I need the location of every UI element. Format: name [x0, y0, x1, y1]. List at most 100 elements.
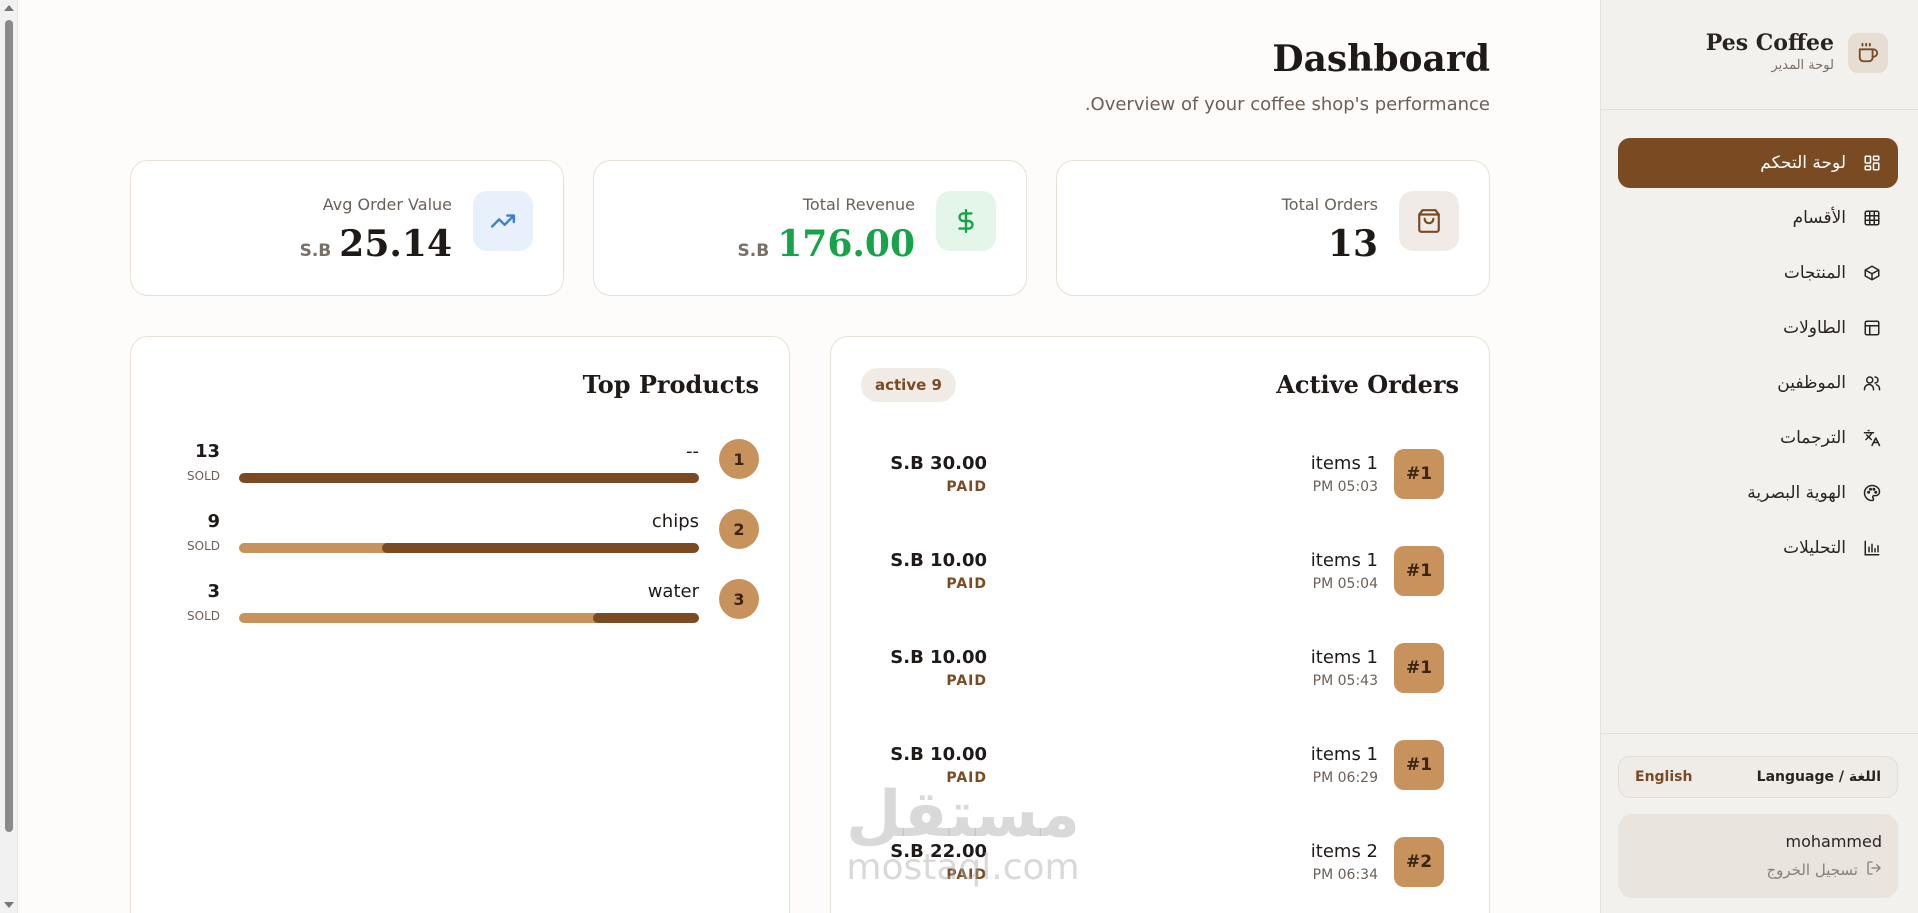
stat-label: Avg Order Value — [322, 195, 452, 214]
product-name: water — [647, 581, 699, 602]
order-items: items 1 — [1310, 550, 1378, 571]
shopping-bag-icon — [1399, 191, 1459, 251]
sidebar-item-tables[interactable]: الطاولات — [1618, 303, 1898, 353]
sidebar-item-translations[interactable]: الترجمات — [1618, 413, 1898, 463]
sidebar-item-label: لوحة التحكم — [1760, 153, 1846, 173]
order-row[interactable]: #1 items 1 PM 06:29 S.B 10.00 PAID — [861, 740, 1444, 816]
order-row[interactable]: #1 items 1 PM 05:43 S.B 10.00 PAID — [861, 643, 1444, 719]
sidebar-item-staff[interactable]: الموظفين — [1618, 358, 1898, 408]
translate-icon — [1862, 428, 1882, 448]
product-rank: 1 — [719, 439, 759, 479]
order-total: S.B 22.00 — [890, 841, 987, 862]
order-total: S.B 10.00 — [890, 550, 987, 571]
order-number: #1 — [1394, 643, 1444, 693]
top-products-title: Top Products — [582, 370, 759, 399]
scroll-down-arrow-icon[interactable] — [4, 902, 14, 908]
product-count: 9 — [207, 511, 220, 532]
order-number: #1 — [1394, 546, 1444, 596]
active-orders-title: Active Orders — [1276, 370, 1459, 399]
dollar-icon — [936, 191, 996, 251]
product-rank: 2 — [719, 509, 759, 549]
sidebar-item-label: التحليلات — [1783, 538, 1846, 558]
stat-value: S.B 25.14 — [300, 223, 452, 265]
product-sold-label: SOLD — [187, 539, 220, 553]
order-items: items 2 — [1310, 841, 1378, 862]
order-status: PAID — [946, 576, 987, 592]
table-icon — [1862, 318, 1882, 338]
product-bar — [239, 473, 699, 483]
stat-value: 13 — [1328, 223, 1378, 265]
order-status: PAID — [946, 479, 987, 495]
sidebar-item-analytics[interactable]: التحليلات — [1618, 523, 1898, 573]
sidebar-item-dashboard[interactable]: لوحة التحكم — [1618, 138, 1898, 188]
top-products-panel: Top Products 1 -- 13 SOLD 2 chips 9 SOLD… — [130, 336, 790, 913]
stat-label: Total Revenue — [802, 195, 915, 214]
categories-grid-icon — [1862, 208, 1882, 228]
language-switcher[interactable]: Language / اللغة English — [1618, 756, 1898, 798]
sidebar-item-label: الهوية البصرية — [1747, 483, 1846, 503]
stat-number: 176.00 — [777, 223, 915, 265]
bar-chart-icon — [1862, 538, 1882, 558]
trending-up-icon — [473, 191, 533, 251]
order-items: items 1 — [1310, 744, 1378, 765]
order-number: #1 — [1394, 740, 1444, 790]
language-toggle[interactable]: English — [1635, 769, 1692, 785]
product-count: 13 — [194, 441, 220, 462]
stat-card-total-orders: Total Orders 13 — [1056, 160, 1490, 296]
order-time: PM 05:03 — [1312, 479, 1378, 495]
order-status: PAID — [946, 867, 987, 883]
order-time: PM 05:04 — [1312, 576, 1378, 592]
palette-icon — [1862, 483, 1882, 503]
order-row[interactable]: #2 items 2 PM 06:34 S.B 22.00 PAID — [861, 837, 1444, 913]
product-bar-fill — [381, 543, 699, 553]
brand-subtitle: لوحة المدير — [1771, 58, 1834, 73]
stat-card-avg-order-value: Avg Order Value S.B 25.14 — [130, 160, 564, 296]
sidebar-nav: لوحة التحكم الأقسام المنتجات الطاولات ال… — [1618, 138, 1898, 578]
order-number: #2 — [1394, 837, 1444, 887]
box-icon — [1862, 263, 1882, 283]
product-name: chips — [651, 511, 699, 532]
page-title: Dashboard — [1272, 38, 1490, 80]
users-icon — [1862, 373, 1882, 393]
stat-currency: S.B — [299, 241, 332, 261]
sidebar-item-label: الموظفين — [1777, 373, 1846, 393]
product-rank: 3 — [719, 579, 759, 619]
sidebar-item-label: الأقسام — [1792, 208, 1846, 228]
product-count: 3 — [207, 581, 220, 602]
scroll-up-arrow-icon[interactable] — [4, 5, 14, 11]
stat-number: 25.14 — [339, 223, 452, 265]
product-bar-fill — [239, 473, 699, 483]
product-bar — [239, 543, 699, 553]
product-row: 2 chips 9 SOLD — [186, 509, 759, 569]
order-items: items 1 — [1310, 647, 1378, 668]
sidebar-footer: Language / اللغة English mohammed تسجيل … — [1600, 733, 1918, 913]
sidebar-item-categories[interactable]: الأقسام — [1618, 193, 1898, 243]
order-time: PM 06:34 — [1312, 867, 1378, 883]
stat-value: S.B 176.00 — [738, 223, 915, 265]
order-number: #1 — [1394, 449, 1444, 499]
order-row[interactable]: #1 items 1 PM 05:04 S.B 10.00 PAID — [861, 546, 1444, 622]
scrollbar-thumb[interactable] — [5, 20, 13, 832]
brand-header: Pes Coffee لوحة المدير — [1600, 0, 1918, 110]
active-orders-panel: Active Orders active 9 #1 items 1 PM 05:… — [830, 336, 1490, 913]
order-total: S.B 10.00 — [890, 647, 987, 668]
order-status: PAID — [946, 673, 987, 689]
sidebar-item-products[interactable]: المنتجات — [1618, 248, 1898, 298]
user-card: mohammed تسجيل الخروج — [1618, 814, 1898, 898]
product-row: 1 -- 13 SOLD — [186, 439, 759, 499]
sidebar-item-label: الطاولات — [1783, 318, 1846, 338]
user-name: mohammed — [1785, 832, 1883, 851]
stat-card-total-revenue: Total Revenue S.B 176.00 — [593, 160, 1027, 296]
active-count-badge: active 9 — [861, 368, 956, 402]
product-bar-fill — [593, 613, 699, 623]
order-time: PM 05:43 — [1312, 673, 1378, 689]
sidebar-item-branding[interactable]: الهوية البصرية — [1618, 468, 1898, 518]
order-status: PAID — [946, 770, 987, 786]
dashboard-grid-icon — [1862, 153, 1882, 173]
logout-button[interactable]: تسجيل الخروج — [1766, 860, 1882, 880]
order-row[interactable]: #1 items 1 PM 05:03 S.B 30.00 PAID — [861, 449, 1444, 525]
page-scrollbar[interactable] — [0, 0, 18, 913]
product-row: 3 water 3 SOLD — [186, 579, 759, 639]
page-subtitle: .Overview of your coffee shop's performa… — [1084, 94, 1490, 115]
order-total: S.B 30.00 — [890, 453, 987, 474]
